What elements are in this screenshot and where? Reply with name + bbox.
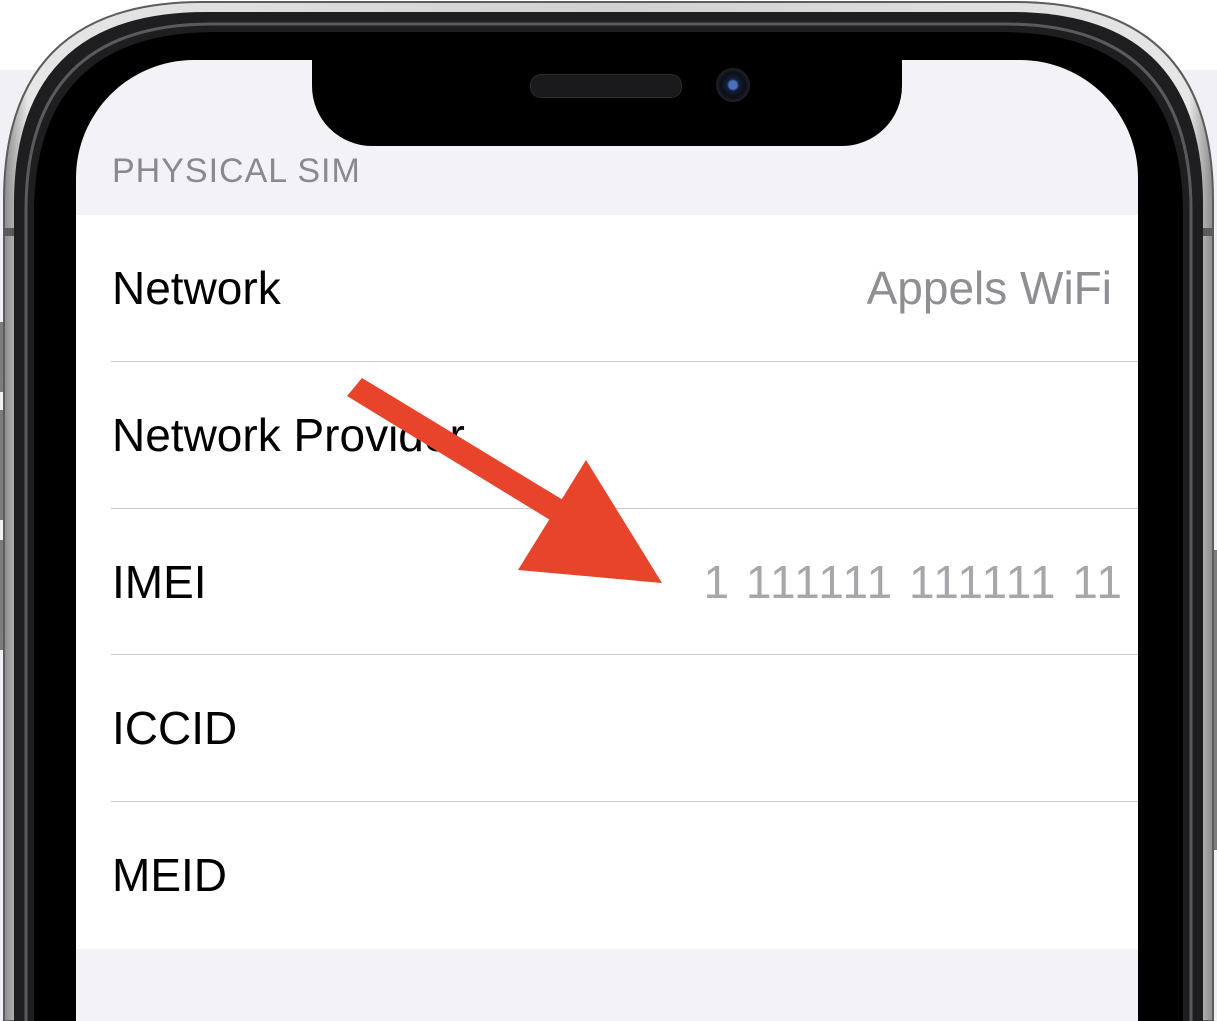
arrow-head	[518, 460, 662, 583]
arrow-shaft	[347, 378, 573, 526]
arrow-pointer-icon	[347, 378, 662, 583]
